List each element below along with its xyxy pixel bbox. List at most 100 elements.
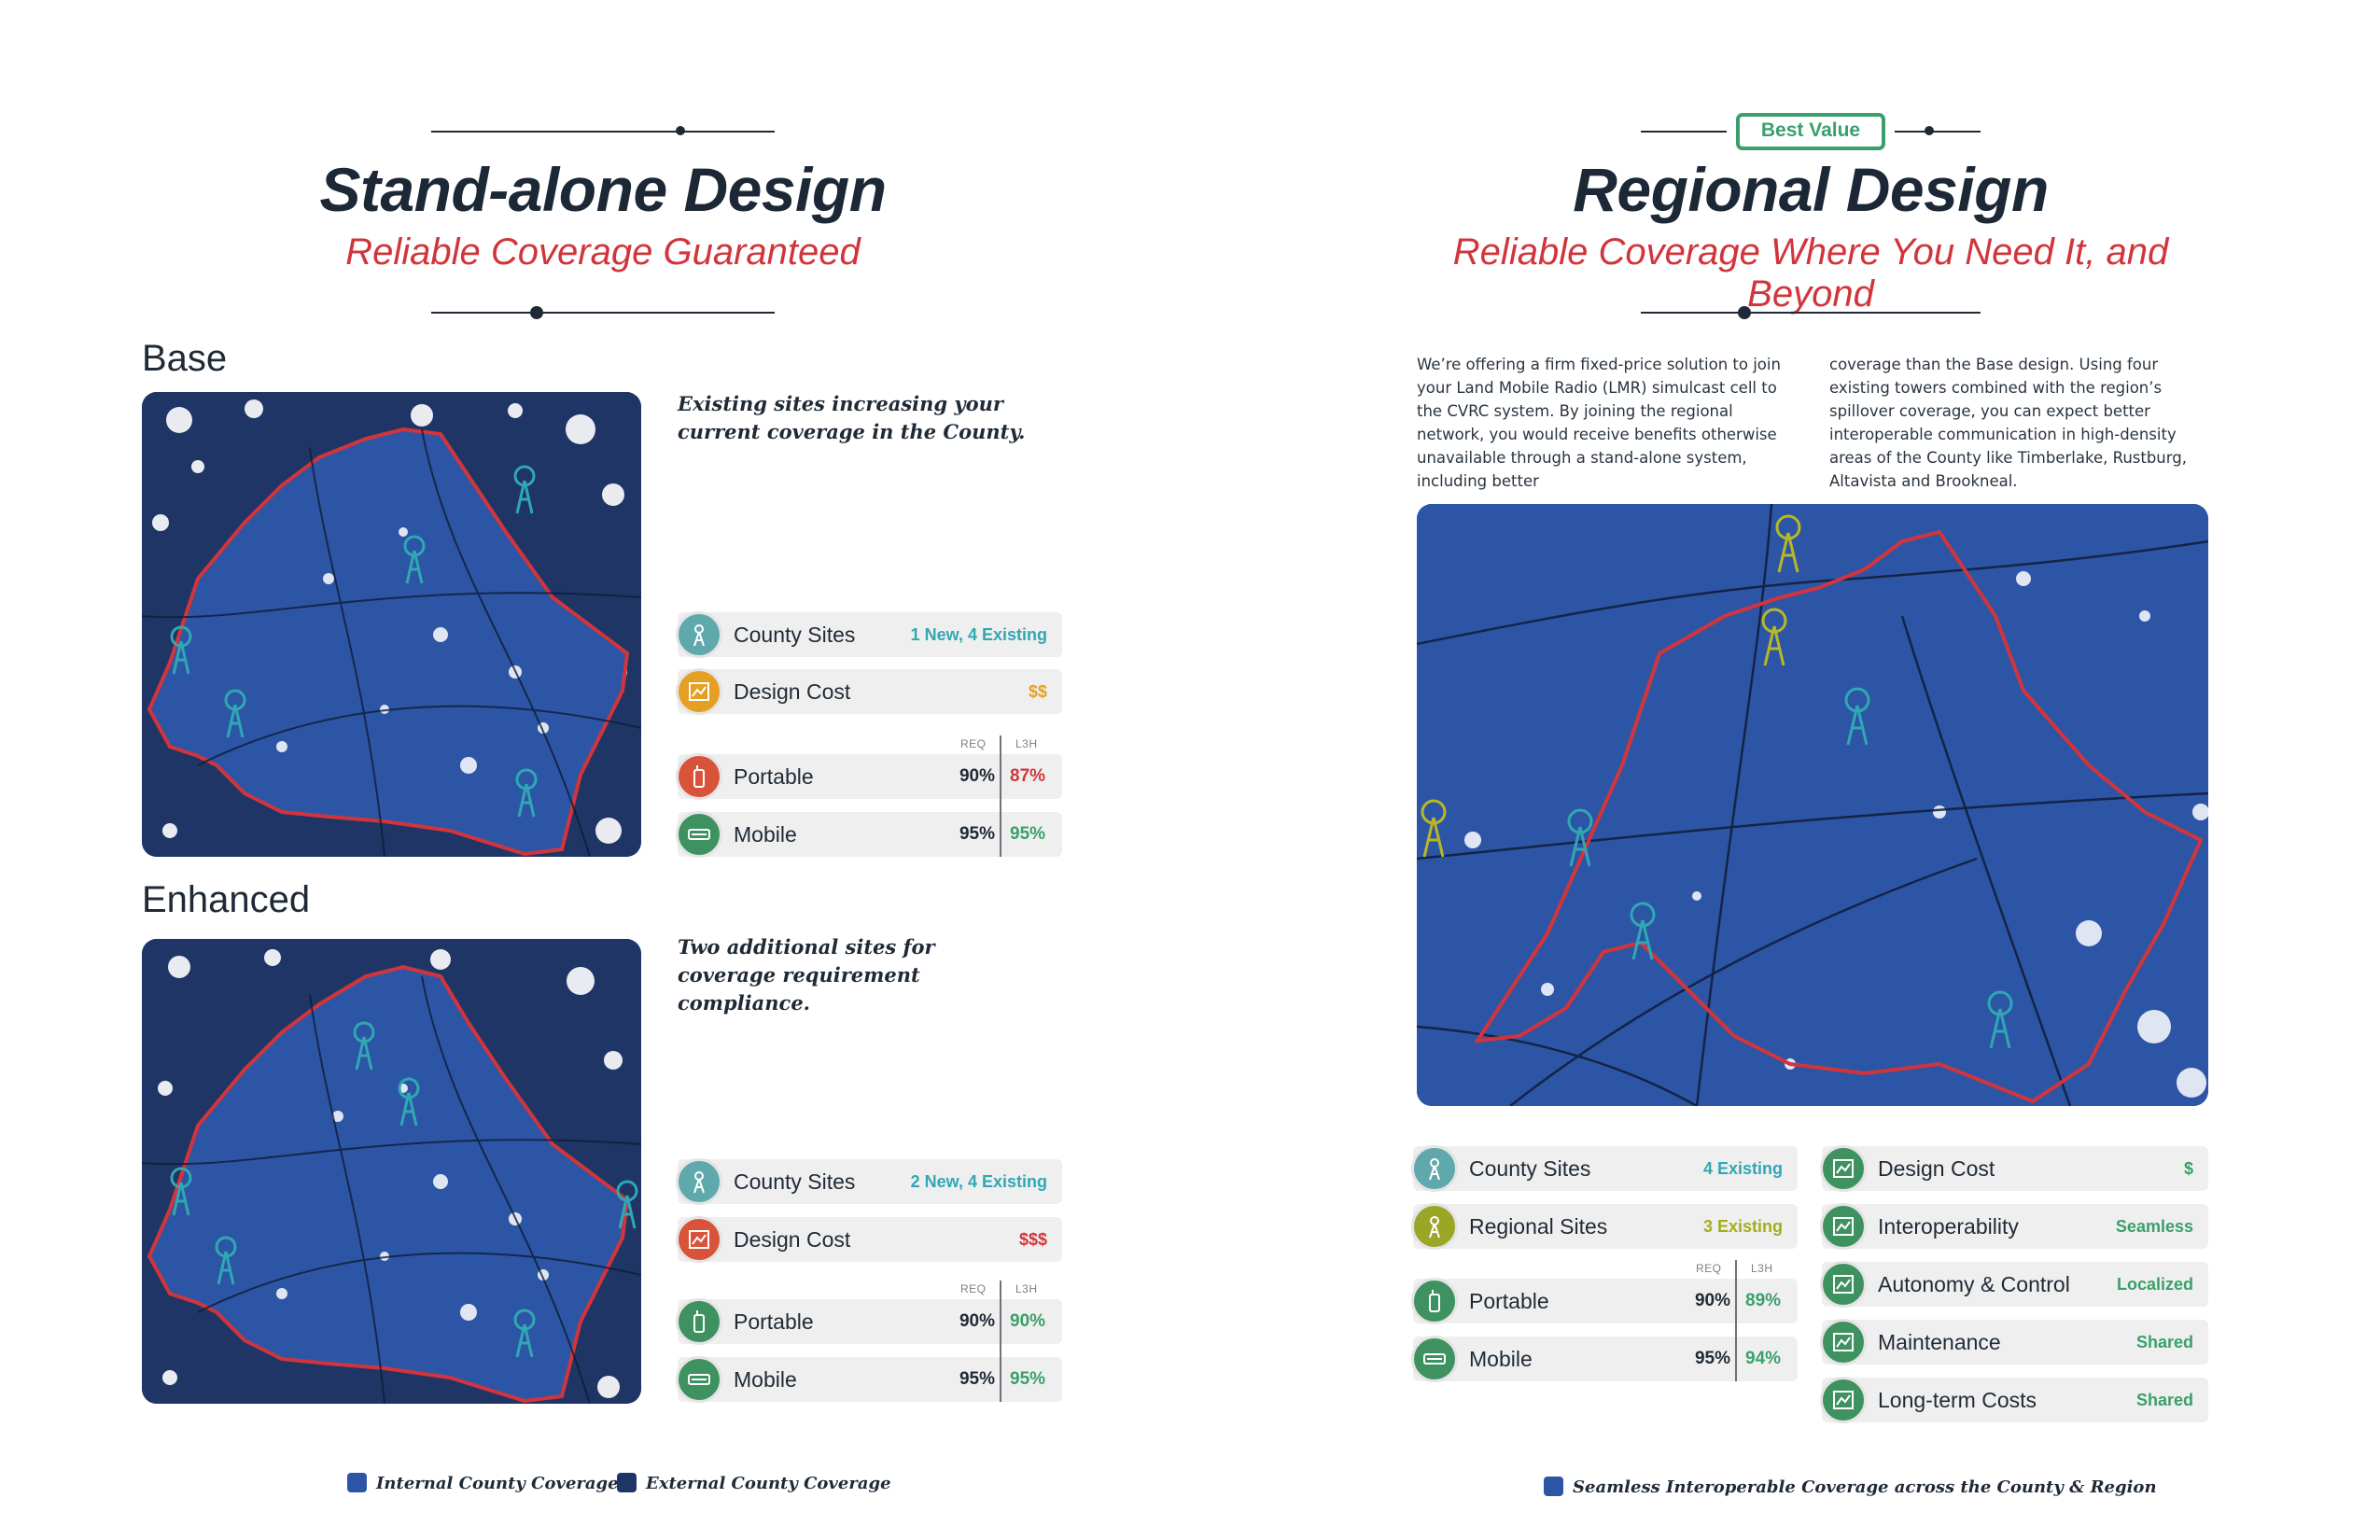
regional-county-sites-row: County Sites 4 Existing xyxy=(1411,1145,1798,1192)
base-column-divider xyxy=(1000,735,1001,857)
benefit-row: Long-term Costs Shared xyxy=(1820,1377,2208,1423)
portable-label: Portable xyxy=(734,1309,814,1334)
benefit-value: Seamless xyxy=(2115,1217,2193,1236)
regional-sites-value: 3 Existing xyxy=(1702,1217,1783,1236)
mobile-req-value: 95% xyxy=(1694,1349,1730,1368)
regional-coverage-map xyxy=(1417,504,2208,1106)
regional-l3h-header: L3H xyxy=(1751,1262,1773,1275)
legend-swatch xyxy=(1544,1477,1563,1496)
base-mobile-row: Mobile 95% 95% xyxy=(676,811,1062,858)
portable-label: Portable xyxy=(1469,1289,1549,1313)
benefit-label: Autonomy & Control xyxy=(1878,1272,2070,1296)
legend-external: External County Coverage xyxy=(617,1473,891,1495)
tower-icon xyxy=(676,1158,722,1205)
benefit-row: Design Cost $ xyxy=(1820,1145,2208,1192)
left-title: Stand-alone Design xyxy=(319,155,887,224)
radio-icon xyxy=(676,753,722,800)
benefit-value: $ xyxy=(2183,1159,2193,1178)
portable-l3h-value: 89% xyxy=(1745,1291,1782,1310)
portable-l3h-value: 90% xyxy=(1010,1311,1046,1331)
benefit-value: Shared xyxy=(2135,1333,2193,1351)
tower-icon xyxy=(1411,1203,1458,1250)
county-sites-value: 1 New, 4 Existing xyxy=(910,625,1047,644)
mobile-req-value: 95% xyxy=(959,1369,995,1389)
benefit-value: Localized xyxy=(2116,1275,2193,1294)
vehicle-icon xyxy=(676,1356,722,1403)
benefit-row: Maintenance Shared xyxy=(1820,1319,2208,1365)
chart-icon xyxy=(676,1216,722,1263)
regional-portable-row: Portable 90% 89% xyxy=(1411,1278,1798,1324)
enhanced-design-cost-row: Design Cost $$$ xyxy=(676,1216,1062,1263)
legend-swatch xyxy=(617,1473,637,1492)
radio-icon xyxy=(1411,1278,1458,1324)
portable-req-value: 90% xyxy=(959,1311,995,1331)
enhanced-req-header: REQ xyxy=(960,1282,987,1295)
portable-label: Portable xyxy=(734,764,814,789)
enhanced-coverage-map xyxy=(142,939,641,1404)
county-sites-label: County Sites xyxy=(734,1169,856,1194)
benefit-label: Maintenance xyxy=(1878,1330,2001,1354)
benefit-label: Design Cost xyxy=(1878,1156,1995,1181)
base-heading: Base xyxy=(142,338,228,379)
chart-icon xyxy=(1820,1261,1867,1308)
regional-req-header: REQ xyxy=(1696,1262,1722,1275)
enhanced-portable-row: Portable 90% 90% xyxy=(676,1298,1062,1345)
best-value-badge: Best Value xyxy=(1736,113,1885,150)
benefit-value: Shared xyxy=(2135,1391,2193,1409)
benefit-label: Interoperability xyxy=(1878,1214,2019,1239)
chart-icon xyxy=(1820,1203,1867,1250)
legend-regional: Seamless Interoperable Coverage across t… xyxy=(1544,1477,2157,1499)
regional-sites-label: Regional Sites xyxy=(1469,1214,1608,1239)
portable-req-value: 90% xyxy=(959,766,995,786)
portable-req-value: 90% xyxy=(1694,1291,1730,1310)
portable-l3h-value: 87% xyxy=(1010,766,1046,786)
base-req-header: REQ xyxy=(960,737,987,750)
mobile-l3h-value: 95% xyxy=(1010,1369,1046,1389)
benefit-row: Interoperability Seamless xyxy=(1820,1203,2208,1250)
enhanced-column-divider xyxy=(1000,1281,1001,1402)
base-l3h-header: L3H xyxy=(1015,737,1038,750)
base-coverage-map xyxy=(142,392,641,857)
enhanced-heading: Enhanced xyxy=(142,879,311,920)
vehicle-icon xyxy=(676,811,722,858)
enhanced-county-sites-row: County Sites 2 New, 4 Existing xyxy=(676,1158,1062,1205)
base-caption: Existing sites increasing your current c… xyxy=(678,392,1026,443)
benefit-label: Long-term Costs xyxy=(1878,1388,2037,1412)
base-design-cost-row: Design Cost $$ xyxy=(676,668,1062,715)
intro-column-2: coverage than the Base design. Using fou… xyxy=(1829,356,2187,490)
chart-icon xyxy=(676,668,722,715)
mobile-l3h-value: 94% xyxy=(1745,1349,1782,1368)
county-sites-label: County Sites xyxy=(1469,1156,1591,1181)
county-sites-value: 4 Existing xyxy=(1702,1159,1783,1178)
enhanced-l3h-header: L3H xyxy=(1015,1282,1038,1295)
legend-internal: Internal County Coverage xyxy=(347,1473,619,1495)
regional-mobile-row: Mobile 95% 94% xyxy=(1411,1336,1798,1382)
radio-icon xyxy=(676,1298,722,1345)
mobile-req-value: 95% xyxy=(959,824,995,844)
design-cost-value: $$$ xyxy=(1018,1230,1047,1249)
right-title: Regional Design xyxy=(1573,155,2049,224)
chart-icon xyxy=(1820,1145,1867,1192)
chart-icon xyxy=(1820,1319,1867,1365)
chart-icon xyxy=(1820,1377,1867,1423)
tower-icon xyxy=(676,611,722,658)
legend-swatch xyxy=(347,1473,367,1492)
enhanced-mobile-row: Mobile 95% 95% xyxy=(676,1356,1062,1403)
right-subtitle: Reliable Coverage Where You Need It, and… xyxy=(1452,231,2169,315)
design-cost-label: Design Cost xyxy=(734,1227,851,1252)
mobile-label: Mobile xyxy=(734,822,797,847)
mobile-label: Mobile xyxy=(734,1367,797,1392)
vehicle-icon xyxy=(1411,1336,1458,1382)
mobile-l3h-value: 95% xyxy=(1010,824,1046,844)
county-sites-value: 2 New, 4 Existing xyxy=(910,1172,1047,1191)
benefit-row: Autonomy & Control Localized xyxy=(1820,1261,2208,1308)
design-cost-value: $$ xyxy=(1028,682,1047,701)
base-county-sites-row: County Sites 1 New, 4 Existing xyxy=(676,611,1062,658)
intro-column-1: We’re offering a firm fixed-price soluti… xyxy=(1417,356,1781,490)
regional-column-divider xyxy=(1735,1260,1737,1381)
base-portable-row: Portable 90% 87% xyxy=(676,753,1062,800)
county-sites-label: County Sites xyxy=(734,623,856,647)
mobile-label: Mobile xyxy=(1469,1347,1533,1371)
design-cost-label: Design Cost xyxy=(734,679,851,704)
left-subtitle: Reliable Coverage Guaranteed xyxy=(345,231,861,273)
